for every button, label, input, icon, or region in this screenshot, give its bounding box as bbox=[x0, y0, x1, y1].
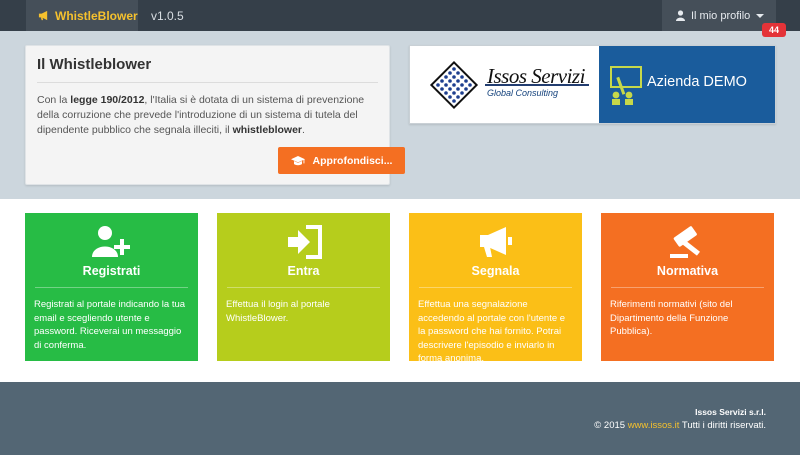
tile-divider bbox=[611, 287, 764, 288]
learn-more-label: Approfondisci... bbox=[312, 154, 393, 167]
tile-segnala[interactable]: Segnala Effettua una segnalazione accede… bbox=[409, 213, 582, 364]
tile-title: Registrati bbox=[82, 264, 141, 278]
add-user-icon bbox=[91, 226, 130, 257]
learn-more-button[interactable]: Approfondisci... bbox=[278, 147, 405, 174]
tile-normativa[interactable]: Normativa Riferimenti normativi (sito de… bbox=[601, 213, 774, 361]
tile-description: Effettua il login al portale WhistleBlow… bbox=[226, 299, 330, 324]
tile-registrati[interactable]: Registrati Registrati al portale indican… bbox=[25, 213, 198, 361]
logo-sub-text: Global Consulting bbox=[487, 88, 559, 98]
tile-title: Segnala bbox=[471, 264, 520, 278]
whistleblower-info-card: Il Whistleblower Con la legge 190/2012, … bbox=[25, 45, 405, 185]
company-banner: Issos Servizi Global Consulting Azienda … bbox=[409, 45, 776, 124]
brand-link[interactable]: WhistleBlower bbox=[26, 0, 138, 31]
footer-website-link[interactable]: www.issos.it bbox=[628, 420, 680, 431]
app-version: v1.0.5 bbox=[151, 9, 184, 23]
profile-menu-button[interactable]: Il mio profilo bbox=[662, 0, 776, 31]
footer-copyright: © 2015 www.issos.it Tutti i diritti rise… bbox=[594, 420, 766, 431]
tile-description: Registrati al portale indicando la tua e… bbox=[34, 299, 186, 351]
tile-divider bbox=[35, 287, 188, 288]
info-text: Con la legge 190/2012, l'Italia si è dot… bbox=[37, 94, 365, 136]
megaphone-icon bbox=[38, 10, 48, 21]
graduation-cap-icon bbox=[290, 155, 305, 165]
tile-description: Riferimenti normativi (sito del Dipartim… bbox=[610, 299, 733, 337]
actions-section: Registrati Registrati al portale indican… bbox=[0, 199, 800, 382]
brand-name: WhistleBlower bbox=[55, 8, 138, 23]
company-panel: Azienda DEMO bbox=[599, 46, 775, 123]
tile-title: Entra bbox=[287, 264, 320, 278]
chevron-down-icon bbox=[756, 14, 764, 18]
bullhorn-icon bbox=[479, 227, 512, 257]
user-icon bbox=[676, 10, 685, 21]
company-name: Azienda DEMO bbox=[647, 74, 747, 90]
notification-badge[interactable]: 44 bbox=[762, 23, 786, 37]
tile-divider bbox=[227, 287, 380, 288]
top-navbar: WhistleBlower v1.0.5 Il mio profilo 44 bbox=[0, 0, 800, 37]
presentation-board-icon bbox=[610, 66, 642, 105]
tile-title: Normativa bbox=[656, 264, 719, 278]
info-title: Il Whistleblower bbox=[37, 56, 378, 83]
tile-divider bbox=[419, 287, 572, 288]
gavel-icon bbox=[669, 226, 700, 258]
issos-logo: Issos Servizi Global Consulting bbox=[410, 46, 599, 123]
sign-in-icon bbox=[287, 225, 322, 259]
page-footer: Issos Servizi s.r.l. © 2015 www.issos.it… bbox=[0, 382, 800, 455]
issos-diamond-icon bbox=[429, 60, 479, 110]
profile-label: Il mio profilo bbox=[691, 9, 751, 22]
footer-company: Issos Servizi s.r.l. bbox=[695, 407, 766, 417]
logo-divider bbox=[485, 84, 589, 86]
tile-entra[interactable]: Entra Effettua il login al portale Whist… bbox=[217, 213, 390, 361]
tile-description: Effettua una segnalazione accedendo al p… bbox=[418, 299, 566, 364]
